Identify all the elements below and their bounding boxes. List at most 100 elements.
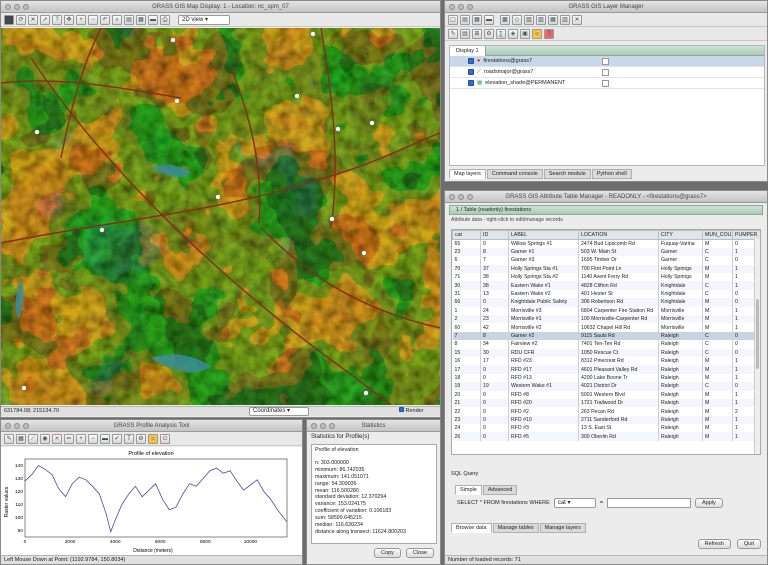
zoom-back-icon[interactable]: ↶ xyxy=(100,14,110,25)
table-row[interactable]: 7 8 Garner #2 9115 Sauls Rd Raleigh C 0 xyxy=(452,331,760,341)
layer-item-firestations[interactable]: ● firestations@grass7 xyxy=(450,56,764,67)
table-row[interactable]: 66 0 Knightdale Public Safety 306 Robertson… xyxy=(452,298,760,307)
layer-checkbox[interactable] xyxy=(468,58,474,64)
draw-icon[interactable]: ✏ xyxy=(64,433,74,444)
pointer-icon[interactable]: ➚ xyxy=(40,14,50,25)
layer-options-icon[interactable] xyxy=(602,69,609,76)
settings-icon[interactable]: ☼ xyxy=(532,28,542,39)
table-row[interactable]: 21 0 RFD #20 1721 Trailwood Dr Raleigh M 1 xyxy=(452,398,760,408)
modeler-icon[interactable]: ⚙ xyxy=(484,28,494,39)
column-header[interactable]: ID xyxy=(480,230,509,240)
copy-button[interactable]: Copy xyxy=(374,548,401,558)
column-header[interactable]: LABEL xyxy=(508,230,579,240)
settings-icon[interactable]: ⚙ xyxy=(136,433,146,444)
close-button[interactable]: Close xyxy=(405,548,434,558)
table-row[interactable]: 23 8 Garner #1 503 W. Main St Garner C 1 xyxy=(452,247,760,257)
layer-manager-titlebar[interactable]: GRASS GIS Layer Manager xyxy=(445,1,767,13)
close-icon[interactable] xyxy=(5,423,11,429)
tab-display-1[interactable]: Display 1 xyxy=(450,46,486,56)
add-group-icon[interactable]: ▨ xyxy=(536,14,546,25)
map-canvas[interactable] xyxy=(1,28,440,405)
new-display-icon[interactable]: ▢ xyxy=(448,14,458,25)
tab-command-console[interactable]: Command console xyxy=(486,169,543,179)
query-icon[interactable]: ? xyxy=(52,14,62,25)
transect-icon[interactable]: ⟋ xyxy=(28,433,38,444)
overlay-icon[interactable]: ▦ xyxy=(136,14,146,25)
tab-map-layers[interactable]: Map layers xyxy=(449,169,486,179)
table-row[interactable]: 15 30 RDU CFR 1050 Rescue Ct Raleigh C 0 xyxy=(452,348,760,357)
help-icon[interactable]: ? xyxy=(544,28,554,39)
table-row[interactable]: 65 0 Willow Springs #1 2474 Bud Lipscomb Rd… xyxy=(452,239,760,248)
view-mode-select[interactable]: 2D view ▾ xyxy=(178,14,230,25)
layer-checkbox[interactable] xyxy=(468,80,474,86)
close-icon[interactable] xyxy=(449,194,455,200)
print-icon[interactable]: ⎙ xyxy=(160,14,170,25)
layer-item-roadsmajor[interactable]: ⟋ roadsmajor@grass7 xyxy=(450,67,764,78)
table-row[interactable]: 31 13 Eastern Wake #2 401 Hester St Knightda… xyxy=(452,289,760,299)
table-row[interactable]: 1 24 Morrisville #3 6804 Carpenter Fire Sta… xyxy=(452,306,760,316)
erase-icon[interactable]: ✕ xyxy=(52,433,62,444)
table-row[interactable]: 23 0 RFD #10 2711 Sanderford Rd Raleigh M 1 xyxy=(452,415,760,425)
3d-view-icon[interactable]: ◈ xyxy=(508,28,518,39)
sql-column-select[interactable]: cat ▾ xyxy=(553,498,596,508)
view-icon[interactable]: ◉ xyxy=(40,433,50,444)
profile-tool-titlebar[interactable]: GRASS Profile Analysis Tool xyxy=(1,420,302,432)
minimize-icon[interactable] xyxy=(458,194,464,200)
mode-select[interactable]: Coordinates ▾ xyxy=(249,407,309,416)
table-scrollbar[interactable] xyxy=(754,239,760,454)
pan-icon[interactable]: ✥ xyxy=(64,14,74,25)
open-icon[interactable]: ▦ xyxy=(472,14,482,25)
zoom-in-icon[interactable]: + xyxy=(76,433,86,444)
add-grid-icon[interactable]: ▦ xyxy=(548,14,558,25)
scrollbar-thumb[interactable] xyxy=(756,299,759,369)
map-display-titlebar[interactable]: GRASS GIS Map Display: 1 - Location: nc_… xyxy=(1,1,440,13)
zoom-icon[interactable] xyxy=(467,194,473,200)
display-icon[interactable]: ▣ xyxy=(4,14,14,25)
stats-icon[interactable]: ☼ xyxy=(148,433,158,444)
attribute-table[interactable]: cat ID LABEL LOCATION CITY MUN_COU PUMPE… xyxy=(452,230,760,441)
tab-manage-tables[interactable]: Manage tables xyxy=(492,523,539,533)
column-header[interactable]: LOCATION xyxy=(578,230,659,240)
table-row[interactable]: 17 0 RFD #17 4601 Pleasant Valley Rd Raleigh… xyxy=(452,365,760,374)
delete-layer-icon[interactable]: ✕ xyxy=(572,14,582,25)
check-icon[interactable]: ✔ xyxy=(112,433,122,444)
digitize-icon[interactable]: ✎ xyxy=(448,28,458,39)
add-raster-icon[interactable]: ▩ xyxy=(500,14,510,25)
table-body[interactable]: 65 0 Willow Springs #1 2474 Bud Lipscomb Rd… xyxy=(452,239,760,441)
zoom-icon[interactable] xyxy=(23,4,29,10)
table-row[interactable]: 71 38 Holly Springs Sta #2 1140 Avent Ferry… xyxy=(452,273,760,282)
profile-draw-icon[interactable]: ✎ xyxy=(4,433,14,444)
table-tab[interactable]: 1 / Table (readonly) firestations xyxy=(449,205,763,215)
zoom-in-icon[interactable]: + xyxy=(76,14,86,25)
tab-python-shell[interactable]: Python shell xyxy=(591,169,632,179)
text-icon[interactable]: T xyxy=(124,433,134,444)
save-icon[interactable]: ▬ xyxy=(484,14,494,25)
tab-manage-layers[interactable]: Manage layers xyxy=(539,523,586,533)
render-checkbox-box[interactable] xyxy=(399,407,404,412)
layer-item-elevation-shade[interactable]: ▩ elevation_shade@PERMANENT xyxy=(450,78,764,89)
save-icon[interactable]: ▬ xyxy=(148,14,158,25)
table-row[interactable]: 18 0 RFD #13 4200 Lake Boone Tr Raleigh M 1 xyxy=(452,373,760,383)
render-icon[interactable]: ⟳ xyxy=(16,14,26,25)
column-header[interactable]: cat xyxy=(452,230,481,240)
table-row[interactable]: 20 0 RFD #8 5001 Western Blvd Raleigh M 1 xyxy=(452,390,760,399)
zoom-icon[interactable] xyxy=(23,423,29,429)
layer-options-icon[interactable] xyxy=(602,80,609,87)
column-header[interactable]: MUN_COU xyxy=(702,230,733,240)
sql-value-input[interactable] xyxy=(607,498,692,508)
add-overlay-icon[interactable]: ▧ xyxy=(524,14,534,25)
save-icon[interactable]: ▬ xyxy=(100,433,110,444)
quit-icon[interactable]: ⏻ xyxy=(160,433,170,444)
apply-button[interactable]: Apply xyxy=(695,498,723,508)
table-row[interactable]: 22 0 RFD #2 263 Pecan Rd Raleigh M 2 xyxy=(452,407,760,416)
tab-simple[interactable]: Simple xyxy=(455,485,482,495)
close-icon[interactable] xyxy=(449,4,455,10)
zoom-out-icon[interactable]: − xyxy=(88,14,98,25)
table-row[interactable]: 6 7 Garner #3 1695 Timber Dr Garner C 0 xyxy=(452,256,760,265)
tab-advanced[interactable]: Advanced xyxy=(482,485,518,495)
refresh-button[interactable]: Refresh xyxy=(697,539,731,549)
add-vector-icon[interactable]: ◇ xyxy=(512,14,522,25)
table-row[interactable]: 70 37 Holly Springs Sta #1 700 Flint Point … xyxy=(452,264,760,274)
attribute-manager-titlebar[interactable]: GRASS GIS Attribute Table Manager - READ… xyxy=(445,191,767,203)
zoom-icon[interactable] xyxy=(467,4,473,10)
